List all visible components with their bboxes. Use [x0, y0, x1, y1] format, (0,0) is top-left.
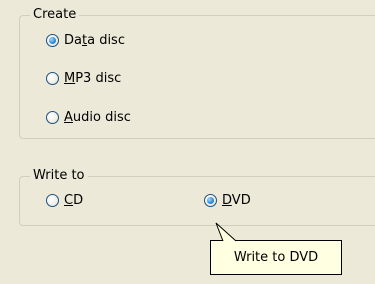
dvd-label: DVD [222, 192, 251, 208]
radio-unchecked-icon[interactable] [46, 193, 59, 207]
audio-disc-radio[interactable]: Audio disc [46, 108, 131, 126]
radio-checked-icon[interactable] [46, 33, 59, 47]
audio-disc-label: Audio disc [64, 109, 131, 125]
create-group-legend: Create [30, 7, 80, 23]
dvd-radio[interactable]: DVD [204, 191, 251, 209]
radio-unchecked-icon[interactable] [46, 71, 59, 85]
tooltip: Write to DVD [210, 240, 342, 275]
radio-unchecked-icon[interactable] [46, 110, 59, 124]
radio-checked-icon[interactable] [204, 193, 217, 207]
mp3-disc-label: MP3 disc [64, 70, 122, 86]
data-disc-radio[interactable]: Data disc [46, 31, 125, 49]
data-disc-label: Data disc [64, 32, 125, 48]
tooltip-text: Write to DVD [233, 250, 319, 265]
cd-radio[interactable]: CD [46, 191, 83, 209]
cd-label: CD [64, 192, 84, 208]
mp3-disc-radio[interactable]: MP3 disc [46, 69, 121, 87]
write-to-group-legend: Write to [30, 168, 88, 184]
